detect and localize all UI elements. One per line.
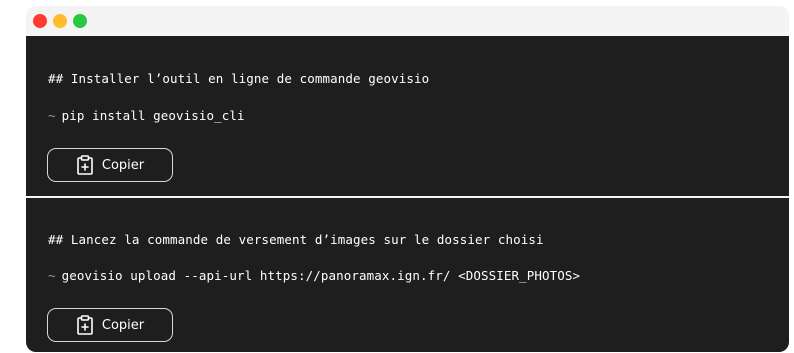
terminal-window: ## Installer l’outil en ligne de command… bbox=[26, 6, 789, 352]
copy-button[interactable]: Copier bbox=[47, 308, 173, 342]
code-command: pip install geovisio_cli bbox=[61, 108, 245, 123]
clipboard-plus-icon bbox=[76, 315, 94, 335]
copy-button[interactable]: Copier bbox=[47, 148, 173, 182]
maximize-window-icon[interactable] bbox=[73, 14, 87, 28]
prompt-symbol: ~ bbox=[48, 108, 56, 123]
code-comment: ## Installer l’outil en ligne de command… bbox=[48, 71, 430, 86]
clipboard-plus-icon bbox=[76, 155, 94, 175]
code-block-upload: ## Lancez la commande de versement d’ima… bbox=[26, 198, 789, 352]
prompt-symbol: ~ bbox=[48, 268, 56, 283]
window-titlebar bbox=[26, 6, 789, 36]
code-block-install: ## Installer l’outil en ligne de command… bbox=[26, 36, 789, 196]
copy-button-label: Copier bbox=[101, 317, 145, 333]
minimize-window-icon[interactable] bbox=[53, 14, 67, 28]
code-command-line: ~ geovisio upload --api-url https://panor… bbox=[48, 268, 580, 283]
code-comment: ## Lancez la commande de versement d’ima… bbox=[48, 232, 544, 247]
copy-button-label: Copier bbox=[101, 157, 145, 173]
close-window-icon[interactable] bbox=[33, 14, 47, 28]
code-command-line: ~ pip install geovisio_cli bbox=[48, 108, 245, 123]
code-command: geovisio upload --api-url https://panora… bbox=[61, 268, 581, 283]
